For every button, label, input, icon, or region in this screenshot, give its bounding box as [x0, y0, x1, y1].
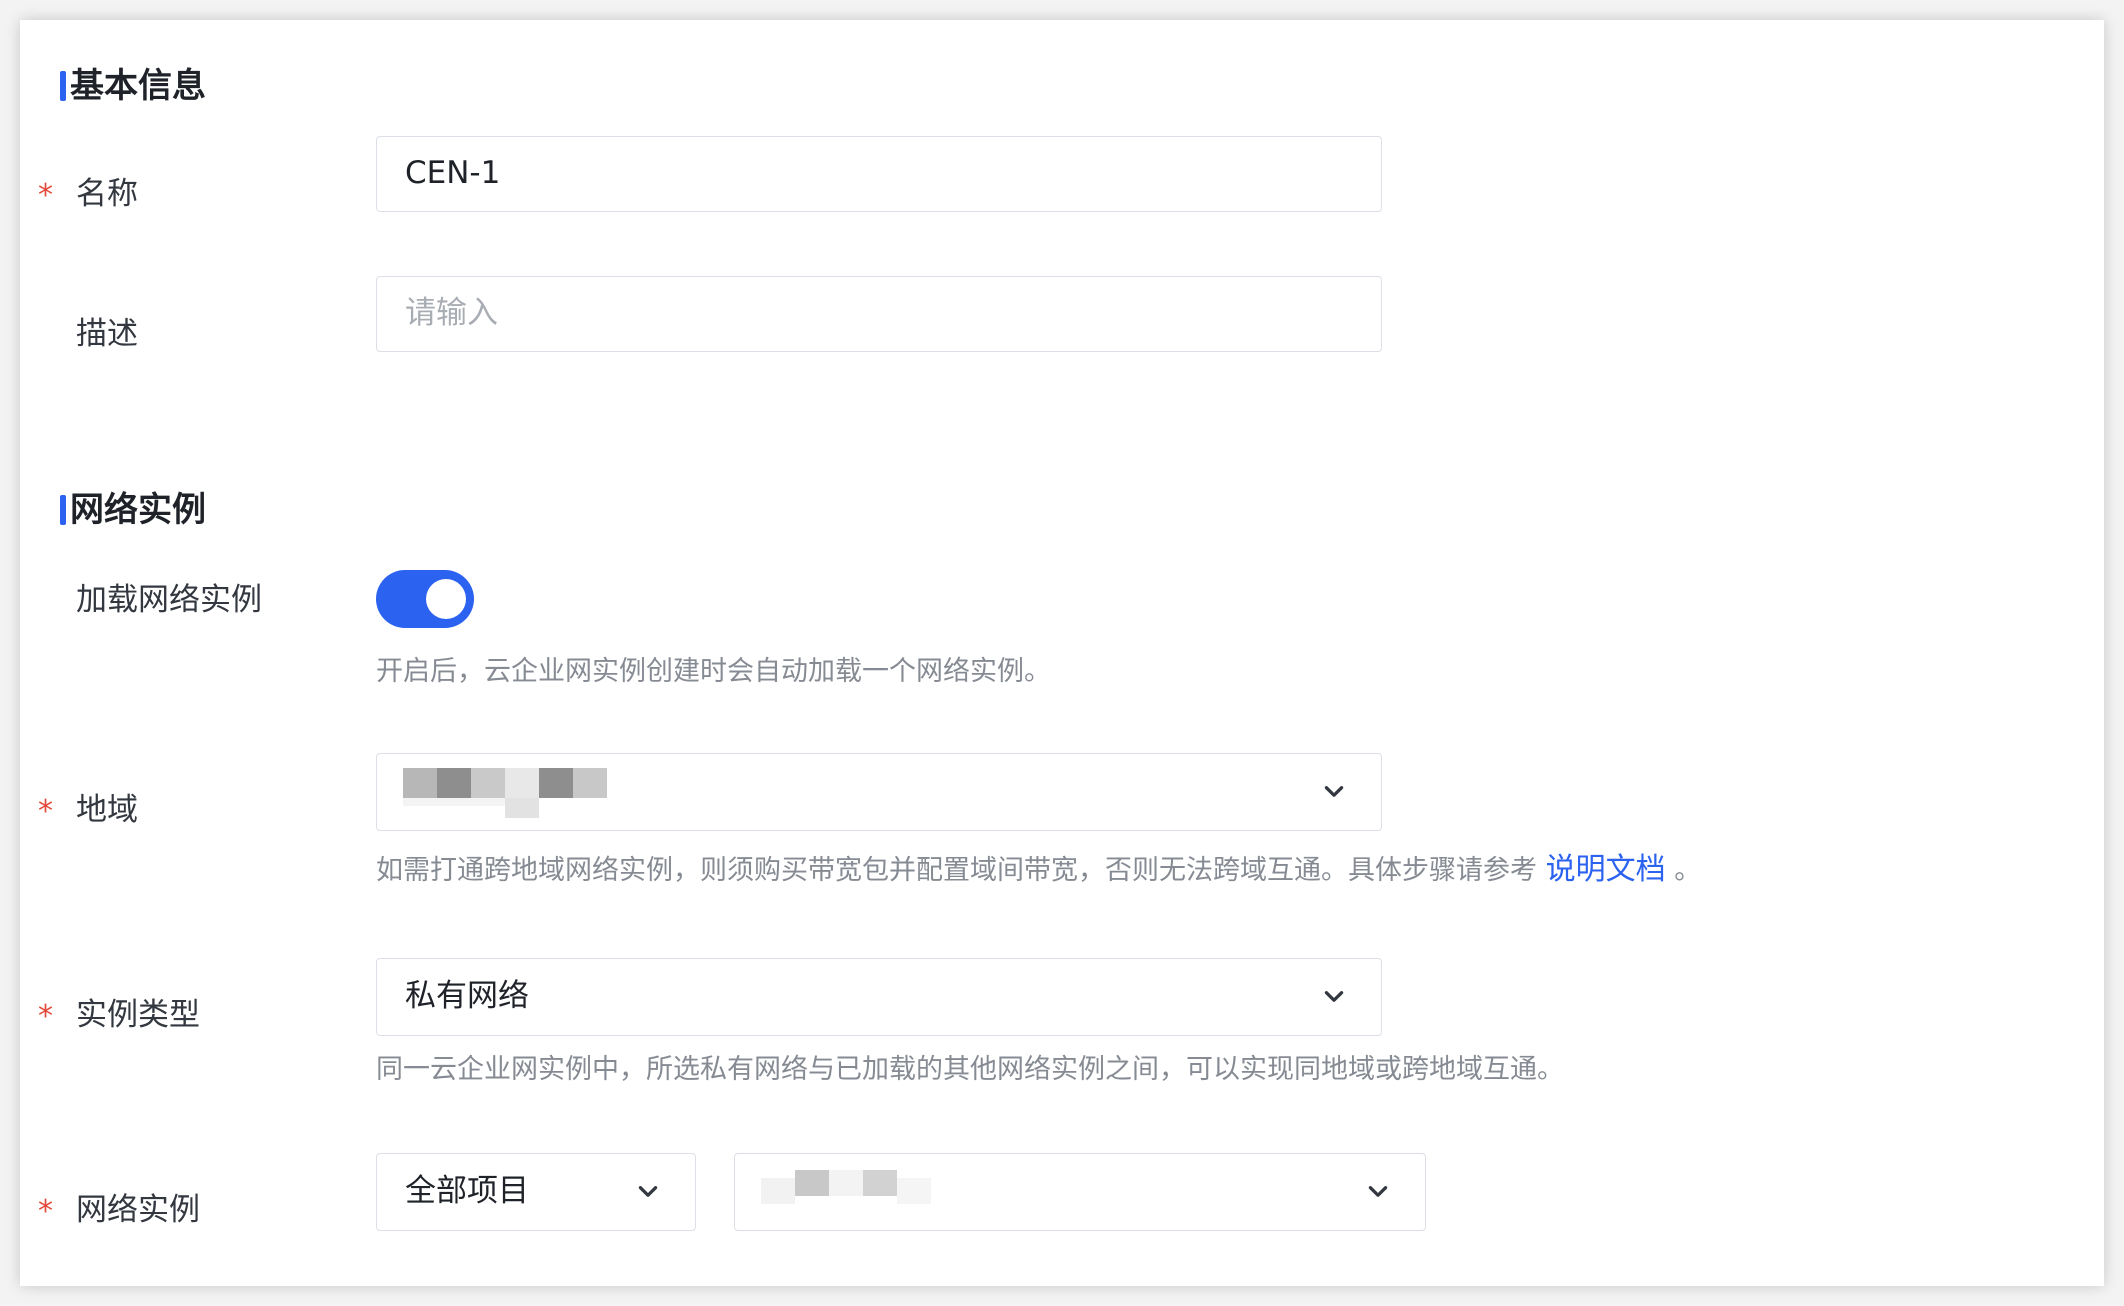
instance-type-value: 私有网络	[405, 978, 529, 1014]
network-instance-label: 网络实例	[76, 1192, 200, 1228]
desc-label: 描述	[76, 316, 138, 352]
instance-type-select[interactable]: 私有网络	[376, 958, 1382, 1036]
region-value-redacted	[403, 768, 623, 818]
region-help-text: 如需打通跨地域网络实例，则须购买带宽包并配置域间带宽，否则无法跨域互通。具体步骤…	[376, 855, 1537, 886]
region-help: 如需打通跨地域网络实例，则须购买带宽包并配置域间带宽，否则无法跨域互通。具体步骤…	[376, 852, 1701, 889]
load-network-help: 开启后，云企业网实例创建时会自动加载一个网络实例。	[376, 656, 1051, 687]
chevron-down-icon	[1324, 991, 1344, 1002]
instance-value-redacted	[761, 1170, 931, 1210]
required-mark-type: *	[38, 999, 53, 1034]
region-help-suffix: 。	[1674, 855, 1702, 886]
desc-input[interactable]: 请输入	[376, 276, 1382, 352]
name-label: 名称	[76, 176, 138, 212]
network-instance-select[interactable]	[734, 1153, 1426, 1231]
chevron-down-icon	[638, 1186, 658, 1197]
required-mark-name: *	[38, 178, 53, 213]
section-basic-info: 基本信息	[40, 66, 206, 106]
required-mark-instance: *	[38, 1194, 53, 1229]
doc-link[interactable]: 说明文档	[1546, 852, 1666, 887]
section-title-basic-info: 基本信息	[70, 66, 206, 106]
load-network-toggle[interactable]	[376, 570, 474, 628]
instance-type-help: 同一云企业网实例中，所选私有网络与已加载的其他网络实例之间，可以实现同地域或跨地…	[376, 1054, 1564, 1085]
name-input[interactable]: CEN-1	[376, 136, 1382, 212]
section-network-instance: 网络实例	[40, 490, 206, 530]
section-title-network-instance: 网络实例	[70, 490, 206, 530]
load-network-label: 加载网络实例	[76, 582, 262, 618]
chevron-down-icon	[1368, 1186, 1388, 1197]
form-panel: 基本信息 * 名称 CEN-1 描述 请输入 网络实例 加载网络实例 开启后，云…	[20, 20, 2104, 1286]
chevron-down-icon	[1324, 786, 1344, 797]
project-value: 全部项目	[405, 1173, 529, 1209]
toggle-knob	[426, 579, 466, 619]
region-select[interactable]	[376, 753, 1382, 831]
required-mark-region: *	[38, 794, 53, 829]
region-label: 地域	[76, 792, 138, 828]
section-accent-bar	[60, 495, 66, 525]
project-select[interactable]: 全部项目	[376, 1153, 696, 1231]
section-accent-bar	[60, 71, 66, 101]
instance-type-label: 实例类型	[76, 997, 200, 1033]
